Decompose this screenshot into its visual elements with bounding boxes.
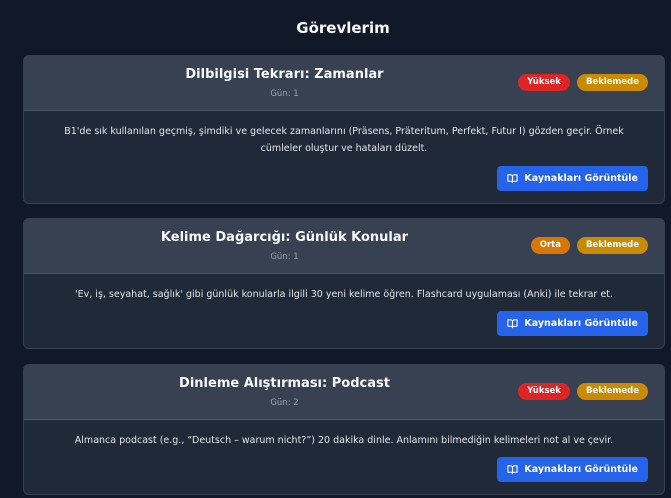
priority-badge: Yüksek — [518, 383, 570, 400]
task-description: 'Ev, iş, seyahat, sağlık' gibi günlük ko… — [75, 289, 613, 300]
task-card-header: Dilbilgisi Tekrarı: Zamanlar Gün: 1 Yüks… — [24, 56, 664, 111]
view-resources-label: Kaynakları Görüntüle — [524, 464, 638, 475]
task-badges: Yüksek Beklemede — [518, 383, 648, 400]
task-card: Kelime Dağarcığı: Günlük Konular Gün: 1 … — [23, 218, 665, 349]
task-day: Gün: 2 — [270, 398, 299, 408]
priority-badge: Orta — [530, 237, 570, 254]
book-open-icon — [507, 173, 519, 184]
task-description: Almanca podcast (e.g., “Deutsch – warum … — [74, 435, 614, 446]
task-card-body: B1'de sık kullanılan geçmiş, şimdiki ve … — [24, 111, 664, 203]
task-list-page: Görevlerim Dilbilgisi Tekrarı: Zamanlar … — [0, 0, 671, 498]
task-card-header: Dinleme Alıştırması: Podcast Gün: 2 Yüks… — [24, 365, 664, 420]
view-resources-button[interactable]: Kaynakları Görüntüle — [497, 311, 648, 336]
task-day: Gün: 1 — [270, 89, 299, 99]
task-card-body: Almanca podcast (e.g., “Deutsch – warum … — [24, 420, 664, 494]
priority-badge: Yüksek — [518, 74, 570, 91]
book-open-icon — [507, 464, 519, 475]
view-resources-button[interactable]: Kaynakları Görüntüle — [497, 457, 648, 482]
view-resources-label: Kaynakları Görüntüle — [524, 173, 638, 184]
status-badge: Beklemede — [576, 383, 648, 400]
task-description: B1'de sık kullanılan geçmiş, şimdiki ve … — [64, 126, 624, 154]
view-resources-label: Kaynakları Görüntüle — [524, 318, 638, 329]
book-open-icon — [507, 318, 519, 329]
task-title: Dinleme Alıştırması: Podcast — [179, 376, 390, 391]
page-title: Görevlerim — [296, 19, 390, 37]
task-badges: Orta Beklemede — [530, 237, 648, 254]
task-title: Dilbilgisi Tekrarı: Zamanlar — [185, 67, 384, 82]
task-title: Kelime Dağarcığı: Günlük Konular — [160, 230, 409, 245]
view-resources-button[interactable]: Kaynakları Görüntüle — [497, 166, 648, 191]
status-badge: Beklemede — [576, 237, 648, 254]
task-card: Dinleme Alıştırması: Podcast Gün: 2 Yüks… — [23, 364, 665, 495]
task-badges: Yüksek Beklemede — [518, 74, 648, 91]
task-card-header: Kelime Dağarcığı: Günlük Konular Gün: 1 … — [24, 219, 664, 274]
status-badge: Beklemede — [576, 74, 648, 91]
task-day: Gün: 1 — [270, 252, 299, 262]
task-card: Dilbilgisi Tekrarı: Zamanlar Gün: 1 Yüks… — [23, 55, 665, 204]
task-card-body: 'Ev, iş, seyahat, sağlık' gibi günlük ko… — [24, 274, 664, 348]
